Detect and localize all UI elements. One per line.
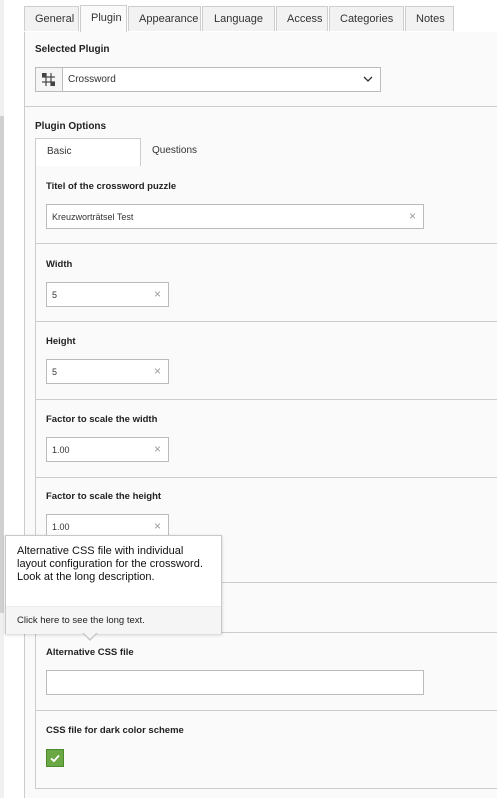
chevron-down-icon xyxy=(362,72,374,89)
left-scroll-rail[interactable] xyxy=(0,0,4,798)
tab-access[interactable]: Access xyxy=(276,6,328,31)
plugin-select[interactable]: Crossword xyxy=(35,67,381,92)
height-input[interactable]: 5 × xyxy=(46,359,169,384)
title-field-label: Titel of the crossword puzzle xyxy=(46,181,177,192)
factor-height-field-label: Factor to scale the height xyxy=(46,491,162,502)
clear-icon[interactable]: × xyxy=(409,209,416,223)
plugin-options-tabs: Basic configurations Questions xyxy=(35,138,497,183)
clear-icon[interactable]: × xyxy=(154,287,161,301)
width-field-section: Width 5 × xyxy=(35,244,497,322)
tooltip-footer[interactable]: Click here to see the long text. xyxy=(6,606,221,634)
title-field-section: Titel of the crossword puzzle Kreuzwortr… xyxy=(35,166,497,244)
clear-icon[interactable]: × xyxy=(154,364,161,378)
selected-plugin-label: Selected Plugin xyxy=(35,44,110,55)
help-tooltip: Alternative CSS file with individual lay… xyxy=(5,535,222,641)
width-input[interactable]: 5 × xyxy=(46,282,169,307)
dark-css-field-section: CSS file for dark color scheme xyxy=(35,711,497,789)
alt-css-field-section: Alternative CSS file xyxy=(35,633,497,711)
tab-general[interactable]: General xyxy=(24,6,79,31)
factor-height-input-value: 1.00 xyxy=(52,522,70,532)
tooltip-arrow-fill xyxy=(83,632,97,639)
plugin-panel: General Plugin Appearance Language Acces… xyxy=(24,4,497,798)
main-tabs: General Plugin Appearance Language Acces… xyxy=(24,4,497,33)
tab-language[interactable]: Language xyxy=(202,6,275,31)
width-input-value: 5 xyxy=(52,290,58,300)
checkmark-icon xyxy=(50,754,60,763)
tooltip-text: Alternative CSS file with individual lay… xyxy=(17,545,203,583)
tab-categories[interactable]: Categories xyxy=(329,6,404,31)
alt-css-input[interactable] xyxy=(46,670,424,695)
tab-notes[interactable]: Notes xyxy=(405,6,454,31)
clear-icon[interactable]: × xyxy=(154,519,161,533)
alt-css-field-label: Alternative CSS file xyxy=(46,647,134,658)
plugin-select-value: Crossword xyxy=(68,74,116,85)
height-field-section: Height 5 × xyxy=(35,322,497,400)
tab-appearance[interactable]: Appearance xyxy=(128,6,201,31)
factor-width-input[interactable]: 1.00 × xyxy=(46,437,169,462)
scrollbar-thumb[interactable] xyxy=(0,116,4,613)
tab-plugin[interactable]: Plugin xyxy=(80,5,127,32)
width-field-label: Width xyxy=(46,259,73,270)
dark-css-checkbox[interactable] xyxy=(46,749,64,767)
plugin-options-label: Plugin Options xyxy=(35,121,107,132)
section-divider xyxy=(25,106,497,107)
crossword-grid-icon xyxy=(36,68,63,91)
height-input-value: 5 xyxy=(52,367,58,377)
plugin-tab-content: Selected Plugin Crossword Plugin Options… xyxy=(24,32,497,798)
title-input[interactable]: Kreuzworträtsel Test × xyxy=(46,204,424,229)
tab-basic-configurations[interactable]: Basic configurations xyxy=(35,138,141,183)
height-field-label: Height xyxy=(46,336,76,347)
tooltip-long-text-link[interactable]: Click here to see the long text. xyxy=(17,615,145,626)
factor-width-input-value: 1.00 xyxy=(52,445,70,455)
factor-width-field-section: Factor to scale the width 1.00 × xyxy=(35,400,497,478)
factor-width-field-label: Factor to scale the width xyxy=(46,414,158,425)
dark-css-field-label: CSS file for dark color scheme xyxy=(46,725,184,736)
title-input-value: Kreuzworträtsel Test xyxy=(52,212,134,222)
tab-questions[interactable]: Questions xyxy=(141,138,211,165)
clear-icon[interactable]: × xyxy=(154,442,161,456)
